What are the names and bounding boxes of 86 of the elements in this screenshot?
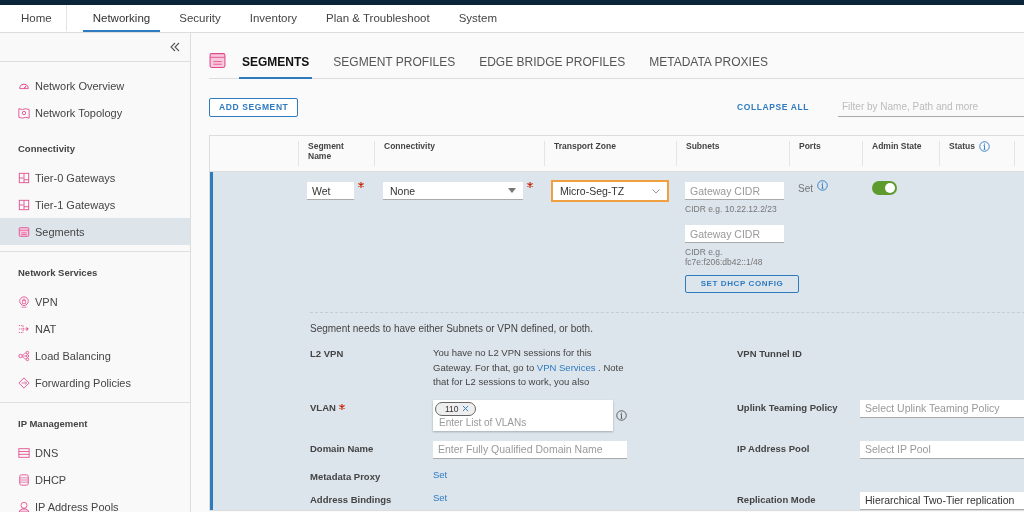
remove-icon[interactable] [461, 405, 469, 412]
ports-set-link[interactable]: Set [798, 183, 813, 194]
metadata-proxy-set-link[interactable]: Set [433, 468, 448, 480]
admin-state-toggle[interactable] [872, 181, 897, 195]
tab[interactable]: SEGMENTS [239, 42, 313, 79]
vlan-chip[interactable]: 110 [435, 401, 476, 416]
database-icon [18, 473, 30, 486]
section-heading: Network Services [17, 266, 99, 280]
gateway-cidr-field[interactable]: Gateway CIDR [685, 182, 784, 200]
add-segment-button[interactable]: ADD SEGMENT [209, 97, 299, 117]
sidebar-item[interactable]: Tier-0 Gateways [0, 164, 190, 191]
tab[interactable]: SEGMENT PROFILES [330, 42, 459, 79]
gateway-icon [18, 198, 30, 211]
column-header: Admin State [872, 141, 922, 151]
replication-mode-dropdown[interactable]: Hierarchical Two-Tier replication [860, 491, 1024, 510]
set-dhcp-config-button[interactable]: SET DHCP CONFIG [685, 274, 799, 293]
nav-tab[interactable]: Inventory [239, 5, 308, 32]
arrow-icon [18, 322, 30, 335]
uplink-teaming-policy-dropdown[interactable]: Select Uplink Teaming Policy [860, 399, 1024, 418]
address-bindings-set-link[interactable]: Set [433, 491, 448, 503]
collapse-icon[interactable] [170, 42, 180, 52]
map-icon [18, 106, 30, 119]
sidebar-item[interactable]: Tier-1 Gateways [0, 191, 190, 218]
section-heading: Connectivity [17, 142, 76, 156]
info-icon[interactable] [979, 141, 990, 152]
field-label: VPN Tunnel ID [737, 347, 803, 361]
field-label: L2 VPN [310, 347, 345, 361]
sidebar-item[interactable]: Network Overview [0, 72, 190, 99]
column-header: Transport Zone [554, 141, 616, 151]
required-icon [358, 182, 364, 188]
sidebar-item[interactable]: IP Address Pools [0, 493, 190, 512]
sidebar-item[interactable]: Forwarding Policies [0, 369, 190, 396]
notice-text: Segment needs to have either Subnets or VPN defined, or both. [310, 323, 594, 334]
column-header: Segment Name [308, 141, 345, 161]
field-label: Uplink Teaming Policy [737, 400, 839, 415]
collapse-all-link[interactable]: COLLAPSE ALL [736, 102, 809, 112]
vlan-field[interactable]: 110 Enter List of VLANs [433, 399, 613, 431]
connectivity-dropdown[interactable]: None [383, 182, 523, 200]
field-label: VLAN [310, 401, 336, 413]
required-icon [527, 182, 533, 188]
field-label: Metadata Proxy [310, 469, 382, 482]
sidebar-item[interactable]: DNS [0, 439, 190, 466]
diamond-arrow-icon [18, 376, 30, 389]
required-icon [338, 403, 345, 410]
segment-icon [209, 52, 226, 69]
field-label: Replication Mode [737, 492, 817, 507]
chevron-icon [652, 188, 660, 194]
cidr-hint: CIDR e.g. 10.22.12.2/23 [685, 204, 778, 215]
field-label: Address Bindings [310, 492, 393, 507]
sidebar-item[interactable]: Network Topology [0, 99, 190, 126]
field-label: Domain Name [310, 441, 375, 456]
column-header: Connectivity [384, 141, 435, 151]
cidr-hint: CIDR e.g. fc7e:f206:db42::1/48 [685, 247, 764, 268]
column-header: Subnets [686, 141, 720, 151]
info-icon[interactable] [817, 180, 828, 191]
info-icon[interactable] [616, 409, 627, 421]
tab[interactable]: EDGE BRIDGE PROFILES [476, 42, 629, 79]
nav-tab[interactable]: System [448, 5, 507, 32]
domain-name-field[interactable]: Enter Fully Qualified Domain Name [433, 440, 627, 459]
tab[interactable]: METADATA PROXIES [646, 42, 771, 79]
gateway-cidr-field[interactable]: Gateway CIDR [685, 225, 784, 244]
column-header: Status [949, 141, 975, 151]
sidebar-item[interactable]: DHCP [0, 466, 190, 493]
user-pool-icon [18, 500, 30, 512]
ip-pool-dropdown[interactable]: Select IP Pool [860, 440, 1024, 459]
segment-icon [18, 225, 30, 238]
section-heading: IP Management [17, 417, 89, 431]
sidebar-item[interactable]: Segments [0, 218, 190, 245]
share-icon [18, 349, 30, 362]
field-label: IP Address Pool [737, 441, 811, 456]
nav-tab[interactable]: Home [11, 5, 67, 32]
sidebar-item[interactable]: VPN [0, 288, 190, 315]
vpn-services-link[interactable]: VPN Services [536, 361, 596, 373]
sidebar-item[interactable]: Load Balancing [0, 342, 190, 369]
sidebar-item[interactable]: NAT [0, 315, 190, 342]
column-header: Ports [799, 141, 821, 151]
segment-name-field[interactable]: Wet [307, 182, 354, 200]
server-icon [18, 446, 30, 459]
transport-zone-dropdown[interactable]: Micro-Seg-TZ [551, 180, 669, 202]
nav-tab[interactable]: Security [169, 5, 231, 32]
lock-icon [18, 295, 30, 308]
filter-field[interactable]: Filter by Name, Path and more [838, 97, 1024, 117]
nav-tab[interactable]: Plan & Troubleshoot [316, 5, 440, 32]
caret-icon [508, 188, 516, 193]
l2-vpn-message: You have no L2 VPN sessions for this Gateway. For that, go to VPN Services . Note that for L2 sessions to work, you also [433, 346, 625, 389]
gateway-icon [18, 171, 30, 184]
